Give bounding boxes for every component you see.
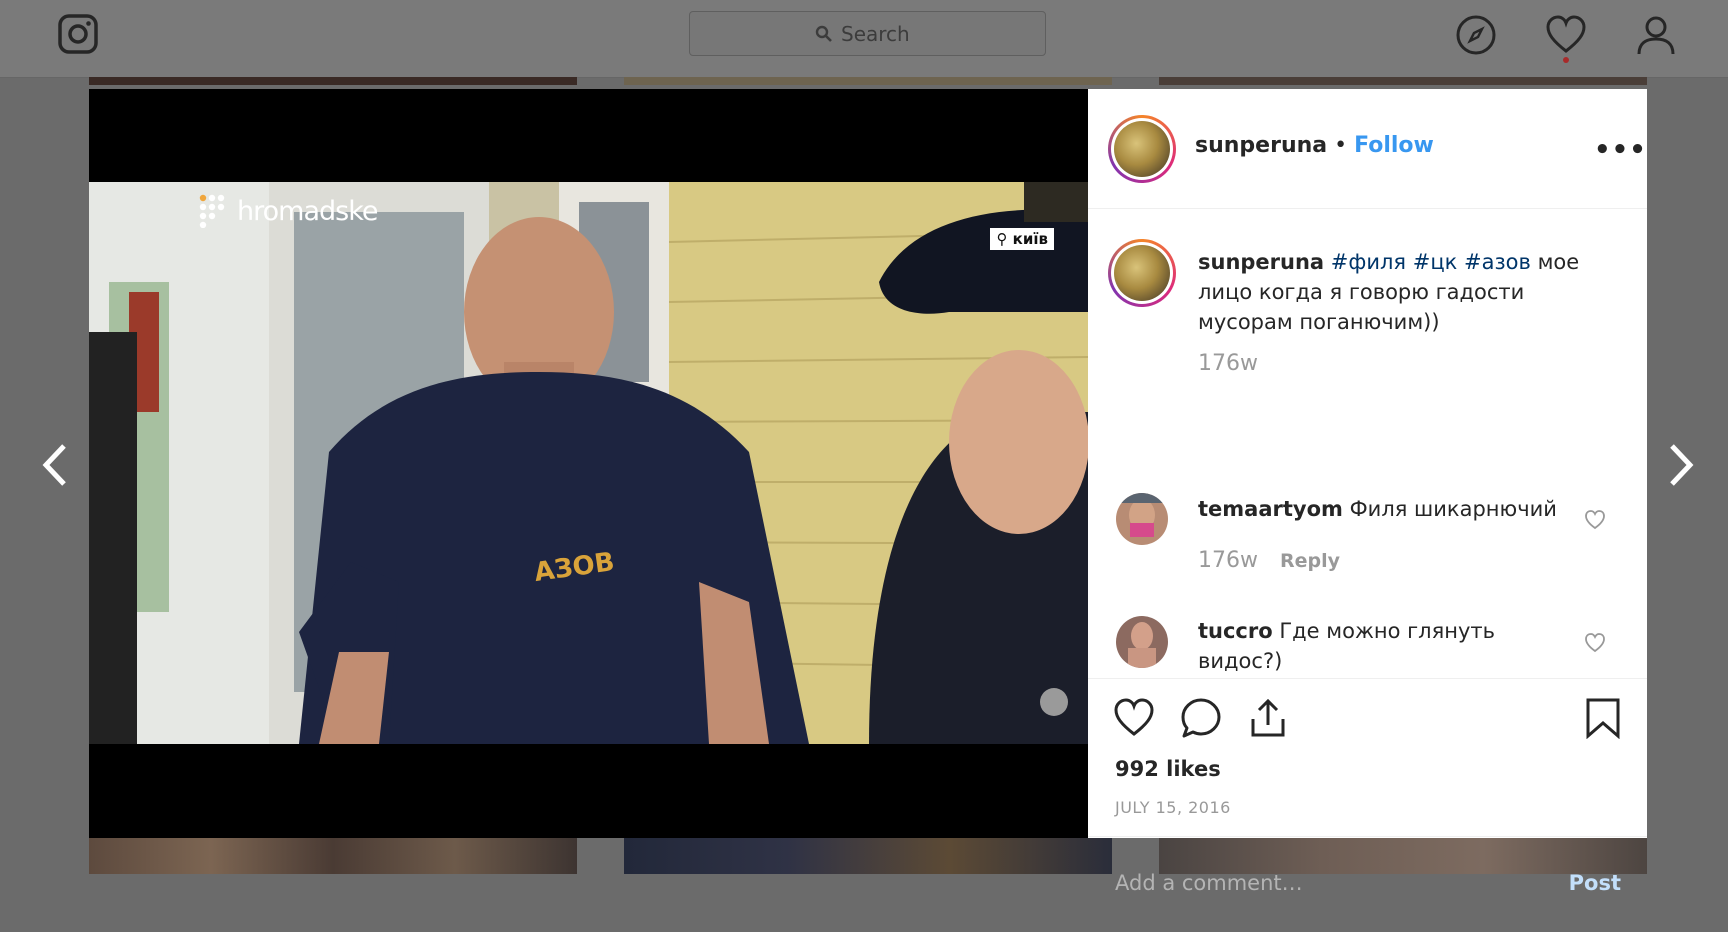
comment-like-icon[interactable] bbox=[1584, 632, 1606, 654]
add-comment-input[interactable]: Add a comment… bbox=[1115, 871, 1303, 895]
hromadske-watermark: hromadske bbox=[199, 194, 378, 228]
comment-avatar[interactable] bbox=[1116, 493, 1168, 545]
caption-avatar[interactable] bbox=[1108, 239, 1176, 307]
top-nav-bar: Search bbox=[0, 0, 1728, 78]
post-actions: 992 likes JULY 15, 2016 Add a comment… P… bbox=[1088, 678, 1647, 895]
activity-heart-icon[interactable] bbox=[1545, 14, 1587, 56]
compass-icon[interactable] bbox=[1455, 14, 1497, 56]
post-date[interactable]: JULY 15, 2016 bbox=[1115, 798, 1231, 817]
more-options-icon[interactable]: ••• bbox=[1594, 135, 1647, 165]
hashtag[interactable]: #филя bbox=[1331, 250, 1406, 274]
save-bookmark-icon[interactable] bbox=[1582, 697, 1624, 739]
caption-timestamp[interactable]: 176w bbox=[1198, 351, 1258, 376]
background-grid-tile[interactable] bbox=[624, 77, 1112, 85]
comment-body: Филя шикарнючий bbox=[1349, 497, 1557, 521]
follow-button[interactable]: Follow bbox=[1354, 133, 1434, 158]
hashtag[interactable]: #азов bbox=[1464, 250, 1531, 274]
caption-username[interactable]: sunperuna bbox=[1198, 250, 1324, 274]
add-comment-bar: Add a comment… Post bbox=[1088, 836, 1647, 932]
author-username[interactable]: sunperuna bbox=[1195, 133, 1327, 158]
comment-text: tuccro Где можно глянуть видос?) bbox=[1198, 616, 1578, 676]
previous-arrow-icon[interactable] bbox=[36, 440, 76, 490]
post-modal: АЗОВ hromadske ⚲ київ sunperuna • Follow… bbox=[89, 89, 1647, 895]
notification-dot bbox=[1563, 57, 1569, 63]
likes-count[interactable]: 992 likes bbox=[1115, 757, 1221, 781]
hromadske-logo-icon bbox=[199, 194, 225, 228]
comment-timestamp[interactable]: 176w bbox=[1198, 548, 1258, 573]
like-heart-icon[interactable] bbox=[1113, 697, 1155, 739]
video-frame[interactable]: АЗОВ hromadske ⚲ київ bbox=[89, 182, 1088, 744]
author-avatar[interactable] bbox=[1108, 115, 1176, 183]
brand-label: hromadske bbox=[237, 195, 378, 227]
comments-list[interactable]: sunperuna #филя #цк #азов мое лицо когда… bbox=[1088, 209, 1647, 677]
comment-avatar[interactable] bbox=[1116, 616, 1168, 668]
search-placeholder: Search bbox=[841, 22, 910, 46]
background-grid-tile[interactable] bbox=[624, 838, 1112, 874]
instagram-logo-icon[interactable] bbox=[58, 14, 98, 54]
background-grid-tile[interactable] bbox=[89, 77, 577, 85]
search-box[interactable]: Search bbox=[689, 11, 1046, 56]
location-label: київ bbox=[1012, 230, 1048, 248]
post-side-panel: sunperuna • Follow ••• sunperuna #филя #… bbox=[1088, 89, 1647, 895]
location-tag: ⚲ київ bbox=[990, 228, 1054, 250]
hashtag[interactable]: #цк bbox=[1413, 250, 1458, 274]
post-header: sunperuna • Follow ••• bbox=[1088, 89, 1647, 209]
separator-dot: • bbox=[1334, 133, 1348, 158]
comment-bubble-icon[interactable] bbox=[1180, 697, 1222, 739]
video-still-image: АЗОВ bbox=[89, 182, 1088, 744]
background-grid-tile[interactable] bbox=[89, 838, 577, 874]
reply-button[interactable]: Reply bbox=[1280, 550, 1340, 572]
search-icon bbox=[815, 25, 832, 42]
profile-icon[interactable] bbox=[1635, 14, 1677, 56]
header-text: sunperuna • Follow bbox=[1195, 133, 1434, 158]
location-pin-icon: ⚲ bbox=[996, 230, 1008, 248]
comment-username[interactable]: tuccro bbox=[1198, 619, 1273, 643]
share-icon[interactable] bbox=[1247, 697, 1289, 739]
video-player[interactable]: АЗОВ hromadske ⚲ київ bbox=[89, 89, 1088, 838]
comment-like-icon[interactable] bbox=[1584, 509, 1606, 531]
comment-text: temaartyom Филя шикарнючий bbox=[1198, 494, 1578, 524]
comment-username[interactable]: temaartyom bbox=[1198, 497, 1343, 521]
next-arrow-icon[interactable] bbox=[1660, 440, 1700, 490]
background-grid-tile[interactable] bbox=[1159, 77, 1647, 85]
comment-meta: 176w Reply bbox=[1198, 548, 1340, 573]
post-comment-button[interactable]: Post bbox=[1569, 871, 1621, 895]
caption: sunperuna #филя #цк #азов мое лицо когда… bbox=[1198, 247, 1598, 337]
